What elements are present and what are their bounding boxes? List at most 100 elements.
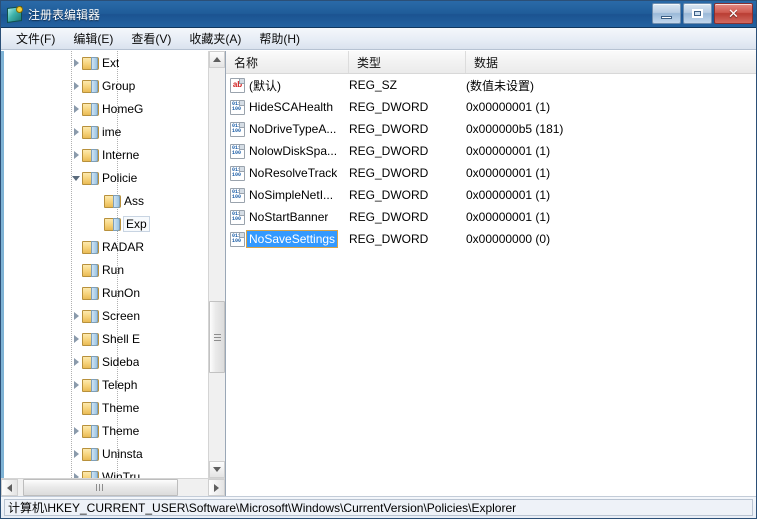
tree-item[interactable]: Screen [4, 304, 225, 327]
maximize-button[interactable] [683, 3, 712, 24]
close-button[interactable]: ✕ [714, 3, 753, 24]
scroll-down-button[interactable] [209, 461, 225, 478]
tree-item[interactable]: Exp [4, 212, 225, 235]
value-name: (默认) [249, 78, 281, 93]
window-controls: ✕ [652, 3, 753, 24]
value-type: REG_DWORD [349, 188, 429, 202]
folder-icon [82, 125, 99, 139]
value-name-cell: 011 100 NoStartBanner [226, 209, 349, 225]
tree-item[interactable]: Policie [4, 166, 225, 189]
tree-item-label: Theme [102, 423, 140, 438]
tree-item[interactable]: RADAR [4, 235, 225, 258]
column-header-type[interactable]: 类型 [349, 51, 466, 73]
tree-item-label: Shell E [102, 331, 141, 346]
tree-expander-closed[interactable] [70, 143, 82, 166]
column-header-data[interactable]: 数据 [466, 51, 756, 73]
value-data: 0x00000001 (1) [466, 210, 551, 224]
value-row[interactable]: 011 100 NoResolveTrack REG_DWORD 0x00000001 … [226, 162, 756, 184]
folder-icon [82, 355, 99, 369]
folder-icon [104, 194, 121, 208]
tree-expander-closed[interactable] [70, 304, 82, 327]
value-row[interactable]: 011 100 HideSCAHealth REG_DWORD 0x00000001 (… [226, 96, 756, 118]
tree-expander-closed[interactable] [70, 327, 82, 350]
folder-icon [82, 401, 99, 415]
tree-expander-closed[interactable] [70, 97, 82, 120]
scroll-right-button[interactable] [208, 479, 225, 496]
tree-pane: Ext Group HomeG ime Interne Policie Ass Exp RADA… [1, 51, 226, 496]
tree-expander-closed[interactable] [70, 350, 82, 373]
tree-item[interactable]: WinTru [4, 465, 225, 478]
folder-icon [82, 286, 99, 300]
tree-vertical-scrollbar[interactable] [208, 51, 225, 478]
value-row[interactable]: 011 100 NoStartBanner REG_DWORD 0x00000001 (… [226, 206, 756, 228]
value-row[interactable]: 011 100 NoDriveTypeA... REG_DWORD 0x000000b5… [226, 118, 756, 140]
value-data: 0x00000000 (0) [466, 232, 551, 246]
chevron-right-icon [214, 483, 219, 492]
tree-expander-open[interactable] [70, 166, 82, 189]
folder-icon [82, 56, 99, 70]
column-header-name[interactable]: 名称 [226, 51, 349, 73]
tree-expander-closed[interactable] [70, 120, 82, 143]
tree-item-label: RADAR [102, 239, 145, 254]
tree-expander-closed[interactable] [70, 74, 82, 97]
tree-item[interactable]: Sideba [4, 350, 225, 373]
tree-item[interactable]: RunOn [4, 281, 225, 304]
menu-edit[interactable]: 编辑(E) [64, 28, 122, 49]
menu-view[interactable]: 查看(V) [122, 28, 180, 49]
menu-file[interactable]: 文件(F) [7, 28, 64, 49]
value-row[interactable]: ab (默认) REG_SZ (数值未设置) [226, 74, 756, 96]
tree-item[interactable]: Theme [4, 396, 225, 419]
folder-icon [82, 332, 99, 346]
tree-item[interactable]: Group [4, 74, 225, 97]
tree-item[interactable]: Interne [4, 143, 225, 166]
menu-favorites[interactable]: 收藏夹(A) [180, 28, 250, 49]
value-name: NoSimpleNetI... [249, 188, 334, 202]
value-type: REG_DWORD [349, 210, 429, 224]
tree-expander-closed[interactable] [70, 442, 82, 465]
tree-expander-closed[interactable] [70, 51, 82, 74]
title-bar: 注册表编辑器 ✕ [1, 1, 756, 28]
tree-item-label: ime [102, 124, 122, 139]
value-name-cell: 011 100 NoSaveSettings [226, 230, 349, 248]
tree-expander-empty [70, 396, 82, 419]
menu-help[interactable]: 帮助(H) [250, 28, 309, 49]
tree-horizontal-scrollbar[interactable] [1, 478, 225, 496]
scroll-up-button[interactable] [209, 51, 225, 68]
value-name-cell: 011 100 NoDriveTypeA... [226, 121, 349, 137]
folder-icon [104, 217, 121, 231]
dword-value-icon: 011 100 [230, 121, 245, 137]
value-data: 0x00000001 (1) [466, 100, 551, 114]
scroll-left-button[interactable] [1, 479, 18, 496]
value-row[interactable]: 011 100 NoSimpleNetI... REG_DWORD 0x00000001… [226, 184, 756, 206]
minimize-button[interactable] [652, 3, 681, 24]
tree-item[interactable]: Uninsta [4, 442, 225, 465]
folder-icon [82, 148, 99, 162]
tree-item[interactable]: Ass [4, 189, 225, 212]
h-scroll-thumb[interactable] [23, 479, 178, 496]
minimize-icon [661, 15, 672, 19]
tree-item[interactable]: Teleph [4, 373, 225, 396]
tree-item[interactable]: ime [4, 120, 225, 143]
value-row[interactable]: 011 100 NolowDiskSpa... REG_DWORD 0x00000001… [226, 140, 756, 162]
value-data: 0x00000001 (1) [466, 144, 551, 158]
value-row[interactable]: 011 100 NoSaveSettings REG_DWORD 0x00000000 … [226, 228, 756, 250]
tree-item[interactable]: Shell E [4, 327, 225, 350]
tree-item-label: Exp [123, 215, 150, 232]
registry-editor-icon [5, 5, 23, 24]
value-data: 0x00000001 (1) [466, 188, 551, 202]
tree-expander-closed[interactable] [70, 465, 82, 478]
registry-tree[interactable]: Ext Group HomeG ime Interne Policie Ass Exp RADA… [1, 51, 225, 478]
tree-expander-empty [92, 212, 104, 235]
tree-item[interactable]: Run [4, 258, 225, 281]
tree-expander-closed[interactable] [70, 373, 82, 396]
current-key-path: 计算机\HKEY_CURRENT_USER\Software\Microsoft… [4, 499, 753, 516]
tree-item[interactable]: HomeG [4, 97, 225, 120]
folder-icon [82, 79, 99, 93]
tree-expander-closed[interactable] [70, 419, 82, 442]
tree-scroll-thumb[interactable] [209, 301, 225, 373]
value-list[interactable]: ab (默认) REG_SZ (数值未设置) 011 100 HideSCAHealth RE… [226, 74, 756, 496]
h-scroll-track[interactable] [18, 479, 208, 496]
tree-item[interactable]: Theme [4, 419, 225, 442]
dword-value-icon: 011 100 [230, 187, 245, 203]
tree-item[interactable]: Ext [4, 51, 225, 74]
